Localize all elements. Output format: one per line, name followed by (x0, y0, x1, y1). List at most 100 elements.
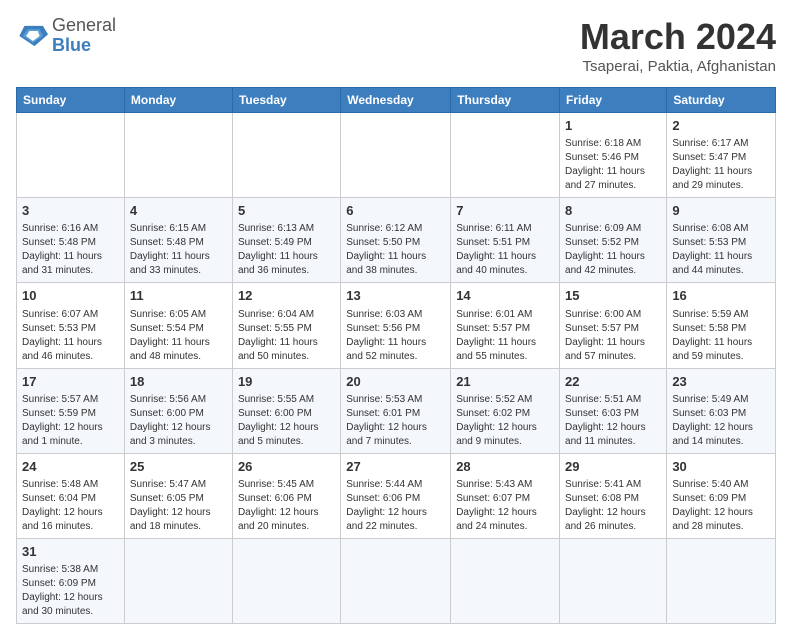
day-cell (124, 538, 232, 623)
day-info: Sunrise: 6:04 AM Sunset: 5:55 PM Dayligh… (238, 308, 335, 364)
day-info: Sunrise: 5:57 AM Sunset: 5:59 PM Dayligh… (22, 393, 119, 449)
day-cell (341, 113, 451, 198)
day-cell: 30Sunrise: 5:40 AM Sunset: 6:09 PM Dayli… (667, 453, 776, 538)
header-cell-monday: Monday (124, 88, 232, 113)
day-info: Sunrise: 5:52 AM Sunset: 6:02 PM Dayligh… (456, 393, 554, 449)
calendar-table: SundayMondayTuesdayWednesdayThursdayFrid… (16, 87, 776, 624)
day-number: 24 (22, 458, 119, 476)
header-cell-thursday: Thursday (451, 88, 560, 113)
day-cell: 12 Sunrise: 6:04 AM Sunset: 5:55 PM Dayli… (232, 283, 340, 368)
day-number: 14 (456, 287, 554, 305)
day-info: Sunrise: 5:40 AM Sunset: 6:09 PM Dayligh… (672, 478, 770, 534)
logo-icon (16, 22, 48, 50)
title-section: March 2024 Tsaperai, Paktia, Afghanistan (580, 16, 776, 75)
day-info: Sunrise: 5:49 AM Sunset: 6:03 PM Dayligh… (672, 393, 770, 449)
day-cell: 18 Sunrise: 5:56 AM Sunset: 6:00 PM Dayli… (124, 368, 232, 453)
header-cell-wednesday: Wednesday (341, 88, 451, 113)
day-number: 18 (130, 373, 227, 391)
day-info: Sunrise: 5:55 AM Sunset: 6:00 PM Dayligh… (238, 393, 335, 449)
day-number: 6 (346, 202, 445, 220)
calendar-header: SundayMondayTuesdayWednesdayThursdayFrid… (17, 88, 776, 113)
day-info: Sunrise: 5:41 AM Sunset: 6:08 PM Dayligh… (565, 478, 661, 534)
day-info: Sunrise: 6:17 AM Sunset: 5:47 PM Dayligh… (672, 137, 770, 193)
day-cell (17, 113, 125, 198)
day-number: 11 (130, 287, 227, 305)
day-number: 10 (22, 287, 119, 305)
day-cell: 4Sunrise: 6:15 AM Sunset: 5:48 PM Daylig… (124, 198, 232, 283)
day-info: Sunrise: 5:51 AM Sunset: 6:03 PM Dayligh… (565, 393, 661, 449)
day-number: 25 (130, 458, 227, 476)
header-cell-friday: Friday (560, 88, 667, 113)
day-number: 20 (346, 373, 445, 391)
week-row-2: 3 Sunrise: 6:16 AM Sunset: 5:48 PM Daylig… (17, 198, 776, 283)
header: General Blue March 2024 Tsaperai, Paktia… (16, 16, 776, 75)
day-info: Sunrise: 5:43 AM Sunset: 6:07 PM Dayligh… (456, 478, 554, 534)
day-info: Sunrise: 6:18 AM Sunset: 5:46 PM Dayligh… (565, 137, 661, 193)
day-cell (124, 113, 232, 198)
day-info: Sunrise: 6:09 AM Sunset: 5:52 PM Dayligh… (565, 222, 661, 278)
day-info: Sunrise: 5:48 AM Sunset: 6:04 PM Dayligh… (22, 478, 119, 534)
header-cell-sunday: Sunday (17, 88, 125, 113)
week-row-5: 24 Sunrise: 5:48 AM Sunset: 6:04 PM Dayli… (17, 453, 776, 538)
day-cell: 16Sunrise: 5:59 AM Sunset: 5:58 PM Dayli… (667, 283, 776, 368)
day-number: 28 (456, 458, 554, 476)
day-info: Sunrise: 6:12 AM Sunset: 5:50 PM Dayligh… (346, 222, 445, 278)
day-number: 15 (565, 287, 661, 305)
day-cell (667, 538, 776, 623)
day-cell: 3 Sunrise: 6:16 AM Sunset: 5:48 PM Daylig… (17, 198, 125, 283)
day-number: 2 (672, 117, 770, 135)
day-cell: 15 Sunrise: 6:00 AM Sunset: 5:57 PM Dayli… (560, 283, 667, 368)
day-cell: 24 Sunrise: 5:48 AM Sunset: 6:04 PM Dayli… (17, 453, 125, 538)
day-info: Sunrise: 6:15 AM Sunset: 5:48 PM Dayligh… (130, 222, 227, 278)
day-info: Sunrise: 6:16 AM Sunset: 5:48 PM Dayligh… (22, 222, 119, 278)
day-info: Sunrise: 6:01 AM Sunset: 5:57 PM Dayligh… (456, 308, 554, 364)
week-row-1: 1Sunrise: 6:18 AM Sunset: 5:46 PM Daylig… (17, 113, 776, 198)
day-info: Sunrise: 5:56 AM Sunset: 6:00 PM Dayligh… (130, 393, 227, 449)
week-row-6: 31Sunrise: 5:38 AM Sunset: 6:09 PM Dayli… (17, 538, 776, 623)
header-cell-saturday: Saturday (667, 88, 776, 113)
day-cell: 13 Sunrise: 6:03 AM Sunset: 5:56 PM Dayli… (341, 283, 451, 368)
day-cell (341, 538, 451, 623)
week-row-4: 17 Sunrise: 5:57 AM Sunset: 5:59 PM Dayli… (17, 368, 776, 453)
day-number: 13 (346, 287, 445, 305)
day-number: 7 (456, 202, 554, 220)
day-cell: 1Sunrise: 6:18 AM Sunset: 5:46 PM Daylig… (560, 113, 667, 198)
day-info: Sunrise: 6:00 AM Sunset: 5:57 PM Dayligh… (565, 308, 661, 364)
day-cell: 2 Sunrise: 6:17 AM Sunset: 5:47 PM Daylig… (667, 113, 776, 198)
calendar-subtitle: Tsaperai, Paktia, Afghanistan (580, 58, 776, 75)
day-cell: 31Sunrise: 5:38 AM Sunset: 6:09 PM Dayli… (17, 538, 125, 623)
day-info: Sunrise: 6:03 AM Sunset: 5:56 PM Dayligh… (346, 308, 445, 364)
day-number: 17 (22, 373, 119, 391)
day-info: Sunrise: 6:08 AM Sunset: 5:53 PM Dayligh… (672, 222, 770, 278)
day-cell: 19Sunrise: 5:55 AM Sunset: 6:00 PM Dayli… (232, 368, 340, 453)
day-number: 27 (346, 458, 445, 476)
day-cell: 25Sunrise: 5:47 AM Sunset: 6:05 PM Dayli… (124, 453, 232, 538)
day-cell: 23Sunrise: 5:49 AM Sunset: 6:03 PM Dayli… (667, 368, 776, 453)
day-info: Sunrise: 6:05 AM Sunset: 5:54 PM Dayligh… (130, 308, 227, 364)
logo: General Blue (16, 16, 116, 56)
day-cell (451, 113, 560, 198)
day-number: 12 (238, 287, 335, 305)
day-info: Sunrise: 6:13 AM Sunset: 5:49 PM Dayligh… (238, 222, 335, 278)
header-row: SundayMondayTuesdayWednesdayThursdayFrid… (17, 88, 776, 113)
day-cell: 7 Sunrise: 6:11 AM Sunset: 5:51 PM Daylig… (451, 198, 560, 283)
day-cell: 20Sunrise: 5:53 AM Sunset: 6:01 PM Dayli… (341, 368, 451, 453)
day-number: 21 (456, 373, 554, 391)
day-cell (232, 538, 340, 623)
day-number: 26 (238, 458, 335, 476)
day-info: Sunrise: 6:11 AM Sunset: 5:51 PM Dayligh… (456, 222, 554, 278)
day-info: Sunrise: 6:07 AM Sunset: 5:53 PM Dayligh… (22, 308, 119, 364)
day-cell: 14 Sunrise: 6:01 AM Sunset: 5:57 PM Dayli… (451, 283, 560, 368)
day-number: 16 (672, 287, 770, 305)
week-row-3: 10 Sunrise: 6:07 AM Sunset: 5:53 PM Dayli… (17, 283, 776, 368)
day-number: 3 (22, 202, 119, 220)
day-number: 9 (672, 202, 770, 220)
day-number: 8 (565, 202, 661, 220)
logo-general: General (52, 16, 116, 36)
day-cell: 6 Sunrise: 6:12 AM Sunset: 5:50 PM Daylig… (341, 198, 451, 283)
day-cell: 28 Sunrise: 5:43 AM Sunset: 6:07 PM Dayli… (451, 453, 560, 538)
day-cell: 27Sunrise: 5:44 AM Sunset: 6:06 PM Dayli… (341, 453, 451, 538)
day-cell: 9 Sunrise: 6:08 AM Sunset: 5:53 PM Daylig… (667, 198, 776, 283)
logo-blue: Blue (52, 36, 116, 56)
day-cell: 8 Sunrise: 6:09 AM Sunset: 5:52 PM Daylig… (560, 198, 667, 283)
